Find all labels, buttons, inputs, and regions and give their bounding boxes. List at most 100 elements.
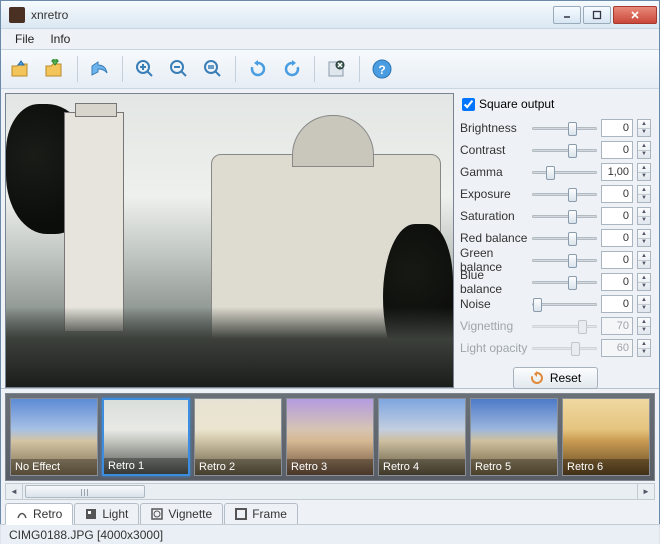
thumb-retro-1[interactable]: Retro 1 — [102, 398, 190, 476]
thumb-retro-5[interactable]: Retro 5 — [470, 398, 558, 476]
light-opacity-value: 60 — [601, 339, 633, 357]
thumb-retro-6[interactable]: Retro 6 — [562, 398, 650, 476]
gamma-value[interactable]: 1,00 — [601, 163, 633, 181]
tab-retro[interactable]: Retro — [5, 503, 73, 525]
contrast-value[interactable]: 0 — [601, 141, 633, 159]
gamma-slider[interactable] — [532, 164, 597, 180]
saturation-slider[interactable] — [532, 208, 597, 224]
red-balance-label: Red balance — [460, 231, 528, 245]
preview-image — [6, 94, 453, 387]
thumb-no-effect[interactable]: No Effect — [10, 398, 98, 476]
menu-file[interactable]: File — [7, 30, 42, 48]
random-button[interactable] — [323, 55, 351, 83]
exposure-spinner[interactable]: ▲▼ — [637, 185, 651, 203]
maximize-button[interactable] — [583, 6, 611, 24]
thumbnail-area: No Effect Retro 1 Retro 2 Retro 3 Retro … — [1, 389, 659, 500]
contrast-spinner[interactable]: ▲▼ — [637, 141, 651, 159]
red-balance-value[interactable]: 0 — [601, 229, 633, 247]
zoom-fit-button[interactable] — [199, 55, 227, 83]
rotate-right-button[interactable] — [244, 55, 272, 83]
open-button[interactable] — [7, 55, 35, 83]
light-icon — [85, 508, 97, 520]
separator — [359, 56, 360, 82]
saturation-row: Saturation 0 ▲▼ — [460, 205, 651, 227]
saturation-value[interactable]: 0 — [601, 207, 633, 225]
rotate-left-button[interactable] — [278, 55, 306, 83]
zoom-in-button[interactable] — [131, 55, 159, 83]
reset-button[interactable]: Reset — [513, 367, 598, 389]
save-button[interactable] — [41, 55, 69, 83]
menu-bar: File Info — [1, 29, 659, 49]
retro-icon — [16, 508, 28, 520]
gamma-spinner[interactable]: ▲▼ — [637, 163, 651, 181]
title-bar: xnretro — [1, 1, 659, 29]
blue-balance-row: Blue balance 0 ▲▼ — [460, 271, 651, 293]
thumb-retro-7[interactable]: Ret — [654, 398, 655, 476]
brightness-value[interactable]: 0 — [601, 119, 633, 137]
light-opacity-label: Light opacity — [460, 341, 528, 355]
green-balance-value[interactable]: 0 — [601, 251, 633, 269]
square-output-label: Square output — [479, 97, 554, 111]
saturation-spinner[interactable]: ▲▼ — [637, 207, 651, 225]
light-opacity-spinner: ▲▼ — [637, 339, 651, 357]
window-title: xnretro — [31, 8, 551, 22]
separator — [235, 56, 236, 82]
gamma-label: Gamma — [460, 165, 528, 179]
thumb-retro-4[interactable]: Retro 4 — [378, 398, 466, 476]
light-opacity-row: Light opacity 60 ▲▼ — [460, 337, 651, 359]
preview-pane[interactable] — [5, 93, 454, 388]
help-button[interactable]: ? — [368, 55, 396, 83]
effect-thumbstrip: No Effect Retro 1 Retro 2 Retro 3 Retro … — [5, 393, 655, 481]
vignetting-slider — [532, 318, 597, 334]
square-output-checkbox[interactable] — [462, 98, 475, 111]
export-button[interactable] — [86, 55, 114, 83]
thumb-retro-2[interactable]: Retro 2 — [194, 398, 282, 476]
noise-value[interactable]: 0 — [601, 295, 633, 313]
reset-label: Reset — [550, 371, 581, 385]
tab-frame[interactable]: Frame — [224, 503, 298, 524]
thumb-retro-3[interactable]: Retro 3 — [286, 398, 374, 476]
exposure-value[interactable]: 0 — [601, 185, 633, 203]
red-balance-spinner[interactable]: ▲▼ — [637, 229, 651, 247]
gamma-row: Gamma 1,00 ▲▼ — [460, 161, 651, 183]
status-text: CIMG0188.JPG [4000x3000] — [9, 528, 163, 542]
scroll-left-arrow[interactable]: ◄ — [6, 484, 23, 499]
separator — [122, 56, 123, 82]
close-button[interactable] — [613, 6, 657, 24]
red-balance-slider[interactable] — [532, 230, 597, 246]
tab-light[interactable]: Light — [74, 503, 139, 524]
reset-icon — [530, 371, 544, 385]
exposure-slider[interactable] — [532, 186, 597, 202]
tab-frame-label: Frame — [252, 507, 287, 521]
blue-balance-spinner[interactable]: ▲▼ — [637, 273, 651, 291]
blue-balance-label: Blue balance — [460, 268, 528, 296]
toolbar: ? — [1, 49, 659, 89]
contrast-slider[interactable] — [532, 142, 597, 158]
menu-info[interactable]: Info — [42, 30, 78, 48]
noise-label: Noise — [460, 297, 528, 311]
zoom-out-button[interactable] — [165, 55, 193, 83]
light-opacity-slider — [532, 340, 597, 356]
blue-balance-slider[interactable] — [532, 274, 597, 290]
minimize-button[interactable] — [553, 6, 581, 24]
saturation-label: Saturation — [460, 209, 528, 223]
main-row: Square output Brightness 0 ▲▼ Contrast 0… — [1, 89, 659, 389]
noise-row: Noise 0 ▲▼ — [460, 293, 651, 315]
brightness-spinner[interactable]: ▲▼ — [637, 119, 651, 137]
separator — [314, 56, 315, 82]
tab-light-label: Light — [102, 507, 128, 521]
tab-vignette[interactable]: Vignette — [140, 503, 223, 524]
blue-balance-value[interactable]: 0 — [601, 273, 633, 291]
vignetting-value: 70 — [601, 317, 633, 335]
green-balance-spinner[interactable]: ▲▼ — [637, 251, 651, 269]
brightness-row: Brightness 0 ▲▼ — [460, 117, 651, 139]
green-balance-slider[interactable] — [532, 252, 597, 268]
thumbstrip-scrollbar[interactable]: ◄ ► — [5, 483, 655, 500]
scroll-thumb[interactable] — [25, 485, 145, 498]
frame-icon — [235, 508, 247, 520]
brightness-slider[interactable] — [532, 120, 597, 136]
scroll-right-arrow[interactable]: ► — [637, 484, 654, 499]
app-icon — [9, 7, 25, 23]
noise-slider[interactable] — [532, 296, 597, 312]
noise-spinner[interactable]: ▲▼ — [637, 295, 651, 313]
